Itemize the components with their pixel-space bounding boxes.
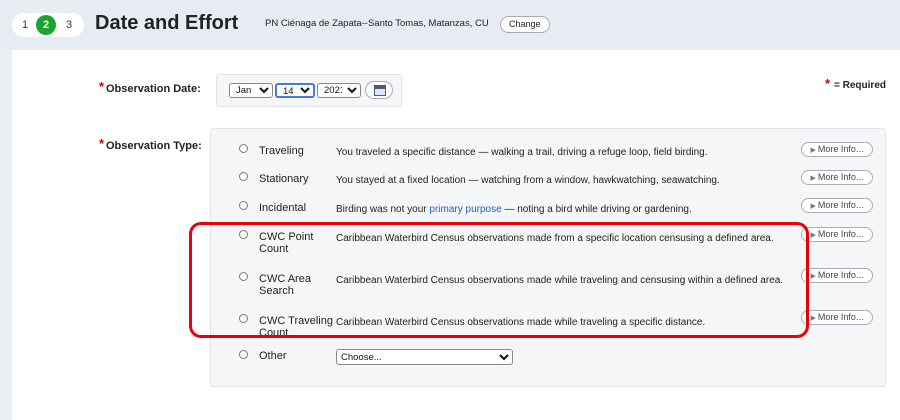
option-description: You traveled a specific distance — walki… <box>336 147 708 158</box>
radio-incidental[interactable] <box>239 201 248 210</box>
play-arrow-icon: ▶ <box>810 273 816 280</box>
radio-cwc-area-search[interactable] <box>239 272 248 281</box>
option-description: Birding was not your primary purpose — n… <box>336 203 796 216</box>
option-name: Incidental <box>259 202 307 214</box>
option-name: CWC Area Search <box>259 273 311 297</box>
required-note: * = Required <box>825 76 886 91</box>
calendar-button[interactable] <box>365 81 393 99</box>
option-name: Traveling <box>259 145 304 157</box>
more-info-label: More Info... <box>817 312 864 322</box>
primary-purpose-link[interactable]: primary purpose <box>429 204 501 215</box>
observation-type-label: * Observation Type: <box>99 136 202 152</box>
required-star: * <box>99 136 105 151</box>
step-indicator: 1 2 3 <box>12 13 84 37</box>
step-1[interactable]: 1 <box>18 13 32 37</box>
required-note-label: = Required <box>834 80 886 91</box>
play-arrow-icon: ▶ <box>810 175 816 182</box>
option-description: Caribbean Waterbird Census observations … <box>336 233 774 244</box>
option-name: CWC Point Count <box>259 231 314 255</box>
other-type-select[interactable]: Choose... <box>336 349 513 365</box>
required-star: * <box>99 79 105 94</box>
more-info-button[interactable]: ▶ More Info... <box>801 142 873 157</box>
option-name: CWC Traveling Count <box>259 315 333 339</box>
description-text: — noting a bird while driving or gardeni… <box>501 204 692 215</box>
radio-cwc-point-count[interactable] <box>239 230 248 239</box>
play-arrow-icon: ▶ <box>810 203 816 210</box>
more-info-label: More Info... <box>817 172 864 182</box>
option-name: Other <box>259 350 287 362</box>
play-arrow-icon: ▶ <box>810 232 816 239</box>
calendar-icon <box>374 85 386 96</box>
day-select[interactable]: 14 <box>275 83 315 98</box>
change-location-button[interactable]: Change <box>500 16 550 33</box>
more-info-label: More Info... <box>817 270 864 280</box>
more-info-label: More Info... <box>817 144 864 154</box>
more-info-label: More Info... <box>817 200 864 210</box>
observation-date-label-text: Observation Date: <box>106 83 201 95</box>
observation-type-label-text: Observation Type: <box>106 140 202 152</box>
more-info-button[interactable]: ▶ More Info... <box>801 268 873 283</box>
more-info-button[interactable]: ▶ More Info... <box>801 310 873 325</box>
header-bar: 1 2 3 Date and Effort PN Ciénaga de Zapa… <box>0 0 900 50</box>
radio-cwc-traveling-count[interactable] <box>239 314 248 323</box>
more-info-button[interactable]: ▶ More Info... <box>801 227 873 242</box>
option-description: Caribbean Waterbird Census observations … <box>336 275 784 286</box>
more-info-button[interactable]: ▶ More Info... <box>801 170 873 185</box>
play-arrow-icon: ▶ <box>810 147 816 154</box>
step-3[interactable]: 3 <box>62 13 76 37</box>
observation-date-label: * Observation Date: <box>99 79 201 95</box>
month-select[interactable]: Jan <box>229 83 273 98</box>
more-info-label: More Info... <box>817 229 864 239</box>
location-name: PN Ciénaga de Zapata--Santo Tomas, Matan… <box>265 18 489 29</box>
required-star: * <box>824 76 831 91</box>
radio-other[interactable] <box>239 350 248 359</box>
option-description: You stayed at a fixed location — watchin… <box>336 175 720 186</box>
step-2-active[interactable]: 2 <box>36 15 56 35</box>
observation-type-group: Traveling You traveled a specific distan… <box>210 128 886 387</box>
play-arrow-icon: ▶ <box>810 315 816 322</box>
more-info-button[interactable]: ▶ More Info... <box>801 198 873 213</box>
radio-traveling[interactable] <box>239 144 248 153</box>
description-text: Birding was not your <box>336 204 430 215</box>
year-select[interactable]: 2021 <box>317 83 361 98</box>
option-description: Caribbean Waterbird Census observations … <box>336 317 706 328</box>
radio-stationary[interactable] <box>239 172 248 181</box>
option-name: Stationary <box>259 173 309 185</box>
date-picker-group: Jan 14 2021 <box>216 74 402 107</box>
page-title: Date and Effort <box>95 12 239 34</box>
main-content: * = Required * Observation Date: Jan 14 2… <box>12 50 900 420</box>
